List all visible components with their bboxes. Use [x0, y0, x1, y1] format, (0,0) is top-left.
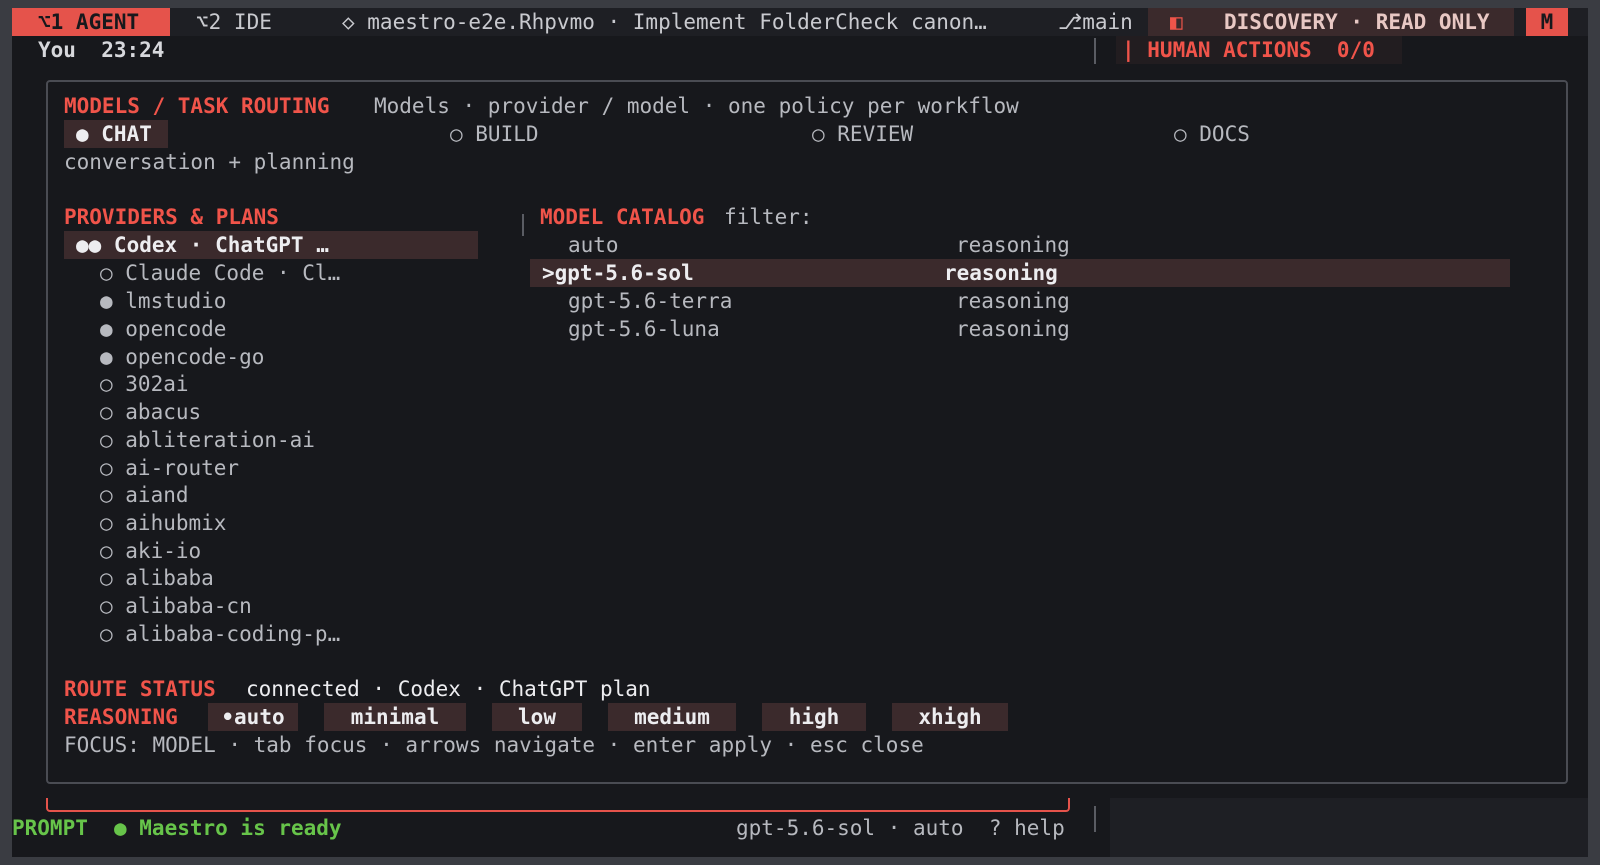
reasoning-label: REASONING	[64, 705, 178, 729]
terminal-window: ⌥1 AGENT ⌥2 IDE ◇ maestro-e2e.Rhpvmo · I…	[12, 8, 1588, 857]
ready-status: ● Maestro is ready	[114, 816, 342, 840]
providers-heading: PROVIDERS & PLANS	[64, 205, 279, 229]
workflow-review[interactable]: ○ REVIEW	[812, 120, 913, 148]
human-actions-counter: | HUMAN ACTIONS 0/0	[1122, 38, 1375, 62]
provider-item-302ai[interactable]: ○ 302ai	[100, 370, 189, 398]
model-item-auto[interactable]: auto	[568, 231, 619, 259]
provider-item-ai-router[interactable]: ○ ai-router	[100, 454, 239, 482]
provider-item-aki-io[interactable]: ○ aki-io	[100, 537, 201, 565]
tab-ide[interactable]: ⌥2 IDE	[196, 8, 272, 36]
m-badge[interactable]: M	[1526, 8, 1568, 36]
route-status-label: ROUTE STATUS	[64, 677, 216, 701]
provider-item-claude-code[interactable]: ○ Claude Code · Cl…	[100, 259, 340, 287]
provider-item-aihubmix[interactable]: ○ aihubmix	[100, 509, 226, 537]
divider-bottom	[1094, 806, 1096, 832]
reasoning-option-low[interactable]: low	[492, 703, 582, 731]
reasoning-option-xhigh[interactable]: xhigh	[892, 703, 1008, 731]
workflow-chat[interactable]: ● CHAT	[64, 120, 168, 148]
catalog-heading: MODEL CATALOG	[540, 205, 705, 229]
model-kind-auto: reasoning	[956, 233, 1070, 257]
model-status[interactable]: gpt-5.6-sol · auto ? help	[736, 814, 1065, 842]
provider-item-opencode[interactable]: ● opencode	[100, 315, 226, 343]
model-item-gpt-5-6-sol[interactable]: >gpt-5.6-sol	[542, 259, 694, 287]
route-status-value: connected · Codex · ChatGPT plan	[246, 677, 651, 701]
tab-agent[interactable]: ⌥1 AGENT	[12, 8, 170, 36]
provider-item-lmstudio[interactable]: ● lmstudio	[100, 287, 226, 315]
provider-item-codex[interactable]: ●● Codex · ChatGPT …	[76, 231, 329, 259]
provider-item-alibaba-cn[interactable]: ○ alibaba-cn	[100, 592, 252, 620]
mode-icon: ◧	[1170, 10, 1183, 34]
column-divider	[522, 214, 524, 236]
prompt-label: PROMPT	[12, 816, 88, 840]
reasoning-option-medium[interactable]: medium	[608, 703, 736, 731]
focus-hint: FOCUS: MODEL · tab focus · arrows naviga…	[64, 733, 924, 757]
prompt-input[interactable]	[46, 798, 1070, 812]
reasoning-option-auto[interactable]: •auto	[208, 703, 298, 731]
model-kind-gpt-5-6-terra: reasoning	[956, 289, 1070, 313]
provider-item-abacus[interactable]: ○ abacus	[100, 398, 201, 426]
model-item-gpt-5-6-luna[interactable]: gpt-5.6-luna	[568, 315, 720, 343]
branch-indicator: ⎇main	[1058, 10, 1133, 34]
session-title[interactable]: ◇ maestro-e2e.Rhpvmo · Implement FolderC…	[342, 8, 987, 36]
catalog-filter[interactable]: filter:	[724, 203, 813, 231]
panel-subtitle: Models · provider / model · one policy p…	[374, 94, 1019, 118]
provider-item-alibaba-coding-plan[interactable]: ○ alibaba-coding-p…	[100, 620, 340, 648]
workflow-build[interactable]: ○ BUILD	[450, 120, 539, 148]
reasoning-option-minimal[interactable]: minimal	[324, 703, 466, 731]
mode-badge: DISCOVERY · READ ONLY	[1224, 10, 1490, 34]
status-right-bg	[1110, 798, 1588, 857]
provider-item-aiand[interactable]: ○ aiand	[100, 481, 189, 509]
divider	[1094, 38, 1096, 64]
provider-item-abliteration-ai[interactable]: ○ abliteration-ai	[100, 426, 315, 454]
workflow-docs[interactable]: ○ DOCS	[1174, 120, 1250, 148]
model-kind-gpt-5-6-luna: reasoning	[956, 317, 1070, 341]
model-kind-gpt-5-6-sol: reasoning	[944, 261, 1058, 285]
model-item-gpt-5-6-terra[interactable]: gpt-5.6-terra	[568, 287, 732, 315]
workflow-description: conversation + planning	[64, 150, 355, 174]
provider-item-opencode-go[interactable]: ● opencode-go	[100, 343, 264, 371]
user-timestamp: You 23:24	[38, 38, 165, 62]
panel-title: MODELS / TASK ROUTING	[64, 94, 330, 118]
reasoning-option-high[interactable]: high	[762, 703, 866, 731]
provider-item-alibaba[interactable]: ○ alibaba	[100, 564, 214, 592]
